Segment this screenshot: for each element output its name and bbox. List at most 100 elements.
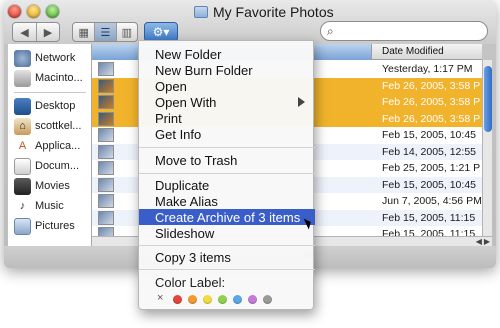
menu-item-get-info[interactable]: Get Info xyxy=(139,126,315,142)
sidebar-item-movies[interactable]: Movies xyxy=(8,176,92,196)
row-date-modified: Feb 25, 2005, 1:21 P xyxy=(382,162,481,174)
sidebar-item-label: Macinto... xyxy=(35,72,83,84)
row-date-modified: Feb 26, 2005, 3:58 P xyxy=(382,112,481,125)
no-color-label-button[interactable]: × xyxy=(157,292,163,304)
zoom-window-button[interactable] xyxy=(46,5,59,18)
folder-icon xyxy=(194,6,208,18)
row-date-modified: Feb 15, 2005, 11:15 xyxy=(382,211,476,224)
row-date-modified: Jun 7, 2005, 4:56 PM xyxy=(382,195,482,207)
forward-arrow-icon[interactable]: ▶ xyxy=(35,23,59,41)
sidebar-item-desktop[interactable]: Desktop xyxy=(8,96,92,116)
sidebar-item-home[interactable]: ⌂ scottkel... xyxy=(8,116,92,136)
color-label-swatch[interactable] xyxy=(173,295,182,304)
sidebar-item-documents[interactable]: Docum... xyxy=(8,156,92,176)
vertical-scrollbar[interactable] xyxy=(482,60,492,236)
window-title: My Favorite Photos xyxy=(194,4,334,20)
menu-item-label: Open With xyxy=(155,94,217,110)
minimize-window-button[interactable] xyxy=(27,5,40,18)
photo-thumbnail-icon xyxy=(98,128,114,142)
sidebar-item-label: Docum... xyxy=(35,160,80,172)
color-label-swatch[interactable] xyxy=(248,295,257,304)
navigation-buttons: ◀ ▶ xyxy=(12,22,60,42)
pictures-icon xyxy=(14,217,31,235)
horizontal-scroll-arrows: ◀ ▶ xyxy=(476,237,490,246)
photo-thumbnail-icon xyxy=(98,62,114,76)
vertical-scroll-thumb[interactable] xyxy=(484,66,492,132)
menu-item-duplicate[interactable]: Duplicate xyxy=(139,177,315,193)
menu-item-make-alias[interactable]: Make Alias xyxy=(139,193,315,209)
music-icon: ♪ xyxy=(19,200,26,212)
color-label-swatch[interactable] xyxy=(203,295,212,304)
sidebar-item-music[interactable]: ♪ Music xyxy=(8,196,92,216)
title-bar: My Favorite Photos ◀ ▶ ▦ ☰ ▥ ⚙▾ ⌕ xyxy=(4,0,496,44)
sidebar-item-label: Music xyxy=(35,200,64,212)
menu-item-move-to-trash[interactable]: Move to Trash xyxy=(139,152,315,168)
action-context-menu: New Folder New Burn Folder Open Open Wit… xyxy=(138,40,315,310)
color-label-swatch[interactable] xyxy=(218,295,227,304)
color-label-swatch[interactable] xyxy=(263,295,272,304)
menu-item-slideshow[interactable]: Slideshow xyxy=(139,225,315,241)
sidebar-item-label: Applica... xyxy=(35,140,81,152)
close-window-button[interactable] xyxy=(8,5,21,18)
photo-thumbnail-icon xyxy=(98,95,114,109)
gear-icon: ⚙▾ xyxy=(152,25,170,39)
photo-thumbnail-icon xyxy=(98,78,114,93)
row-date-modified: Feb 26, 2005, 3:58 P xyxy=(382,79,481,92)
sidebar-item-pictures[interactable]: Pictures xyxy=(8,216,92,236)
row-date-modified: Feb 15, 2005, 10:45 xyxy=(382,129,476,141)
color-label-heading: Color Label: xyxy=(155,275,226,290)
sidebar-item-label: Desktop xyxy=(35,100,76,112)
menu-item-new-folder[interactable]: New Folder xyxy=(139,46,315,62)
sidebar-item-label: scottkel... xyxy=(35,120,82,132)
photo-thumbnail-icon xyxy=(98,194,114,208)
menu-item-create-archive[interactable]: Create Archive of 3 items xyxy=(139,209,315,225)
sidebar-item-applications[interactable]: A Applica... xyxy=(8,136,92,156)
menu-separator xyxy=(139,147,315,148)
sidebar-divider xyxy=(14,92,86,93)
icon-view-icon[interactable]: ▦ xyxy=(73,23,94,41)
applications-icon: A xyxy=(18,140,27,152)
view-mode-buttons: ▦ ☰ ▥ xyxy=(72,22,138,42)
submenu-arrow-icon xyxy=(298,97,305,107)
date-modified-column-header[interactable]: Date Modified xyxy=(382,46,444,57)
column-view-icon[interactable]: ▥ xyxy=(115,23,137,41)
sidebar-item-label: Network xyxy=(35,52,76,64)
photo-thumbnail-icon xyxy=(98,144,114,159)
back-arrow-icon[interactable]: ◀ xyxy=(13,23,36,41)
menu-item-open-with[interactable]: Open With xyxy=(139,94,315,110)
list-view-icon[interactable]: ☰ xyxy=(94,23,116,41)
sidebar: Network Macinto... Desktop ⌂ scottkel...… xyxy=(8,44,92,246)
menu-separator xyxy=(139,245,315,246)
search-icon: ⌕ xyxy=(327,23,334,38)
menu-item-new-burn-folder[interactable]: New Burn Folder xyxy=(139,62,315,78)
row-date-modified: Yesterday, 1:17 PM xyxy=(382,63,473,75)
color-label-swatch[interactable] xyxy=(188,295,197,304)
sidebar-item-macintosh-hd[interactable]: Macinto... xyxy=(8,68,92,88)
network-globe-icon xyxy=(14,49,31,67)
menu-item-copy-items[interactable]: Copy 3 items xyxy=(139,249,315,265)
photo-thumbnail-icon xyxy=(98,210,114,225)
color-label-swatches: × xyxy=(157,292,297,305)
desktop-icon xyxy=(14,97,31,115)
window-title-text: My Favorite Photos xyxy=(213,4,334,20)
documents-icon xyxy=(14,157,31,175)
sidebar-item-network[interactable]: Network xyxy=(8,48,92,68)
movies-icon xyxy=(14,177,31,195)
scroll-right-icon[interactable]: ▶ xyxy=(484,237,490,246)
menu-separator xyxy=(139,269,315,270)
row-date-modified: Feb 14, 2005, 12:55 xyxy=(382,145,476,158)
photo-thumbnail-icon xyxy=(98,177,114,192)
action-menu-button[interactable]: ⚙▾ xyxy=(144,22,178,42)
home-icon: ⌂ xyxy=(14,117,31,135)
row-date-modified: Feb 15, 2005, 10:45 xyxy=(382,178,476,191)
photo-thumbnail-icon xyxy=(98,227,114,236)
row-date-modified: Feb 15, 2005, 11:15 xyxy=(382,228,476,236)
color-label-swatch[interactable] xyxy=(233,295,242,304)
sidebar-item-label: Pictures xyxy=(35,220,75,232)
menu-item-open[interactable]: Open xyxy=(139,78,315,94)
search-field[interactable]: ⌕ xyxy=(320,21,488,41)
menu-item-print[interactable]: Print xyxy=(139,110,315,126)
menu-separator xyxy=(139,173,315,174)
scroll-left-icon[interactable]: ◀ xyxy=(476,237,482,246)
photo-thumbnail-icon xyxy=(98,111,114,126)
